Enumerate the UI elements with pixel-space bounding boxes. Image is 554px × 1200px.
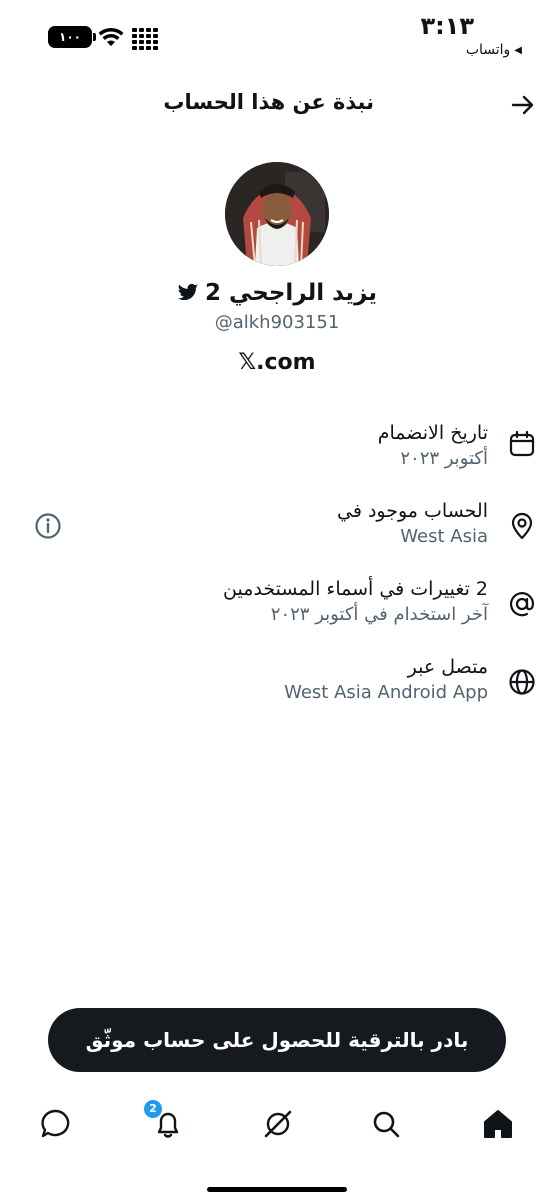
bottom-nav: 2 (0, 1100, 554, 1160)
info-subtitle: آخر استخدام في أكتوبر ٢٠٢٣ (270, 604, 488, 625)
platform-label: 𝕏.com (238, 350, 316, 375)
search-icon[interactable] (368, 1106, 404, 1142)
messages-icon[interactable] (38, 1106, 74, 1142)
globe-icon (509, 669, 535, 695)
profile-name: يزيد الراجحي 2 (204, 280, 378, 306)
about-account-screen: ٣:١٣ ◀ واتساب ١٠٠ نبذة عن هذا الحساب يزي… (0, 0, 554, 1200)
bird-icon (177, 283, 199, 301)
at-sign-icon (510, 592, 535, 617)
status-time: ٣:١٣ (420, 12, 474, 40)
info-title: 2 تغييرات في أسماء المستخدمين (223, 578, 488, 600)
home-icon[interactable] (480, 1106, 516, 1142)
info-subtitle: West Asia Android App (284, 682, 488, 703)
page-title: نبذة عن هذا الحساب (163, 90, 374, 114)
profile-handle: @alkh903151 (214, 312, 340, 333)
calendar-icon (509, 430, 535, 457)
info-subtitle: West Asia (400, 526, 488, 547)
avatar-photo-icon (225, 162, 329, 266)
notifications-button[interactable]: 2 (144, 1100, 186, 1142)
avatar[interactable] (225, 162, 329, 266)
info-title: تاريخ الانضمام (377, 422, 488, 444)
notification-badge: 2 (144, 1100, 162, 1118)
location-pin-icon (511, 512, 533, 540)
profile-name-row: يزيد الراجحي 2 (0, 280, 554, 306)
wifi-icon (98, 27, 124, 46)
back-arrow-icon[interactable] (510, 92, 536, 118)
grok-icon[interactable] (260, 1106, 296, 1142)
battery-icon: ١٠٠ (48, 26, 96, 48)
back-to-app-link[interactable]: ◀ واتساب (466, 42, 522, 58)
info-circle-icon[interactable] (34, 512, 62, 540)
info-title: متصل عبر (407, 656, 488, 678)
info-subtitle: أكتوبر ٢٠٢٣ (400, 448, 488, 469)
home-indicator (207, 1187, 347, 1192)
cellular-signal-icon (132, 28, 158, 50)
upgrade-verified-button[interactable]: بادر بالترقية للحصول على حساب موثّق (48, 1008, 506, 1072)
back-triangle-icon: ◀ (514, 44, 522, 56)
back-app-label: واتساب (465, 42, 511, 58)
info-title: الحساب موجود في (337, 500, 488, 522)
